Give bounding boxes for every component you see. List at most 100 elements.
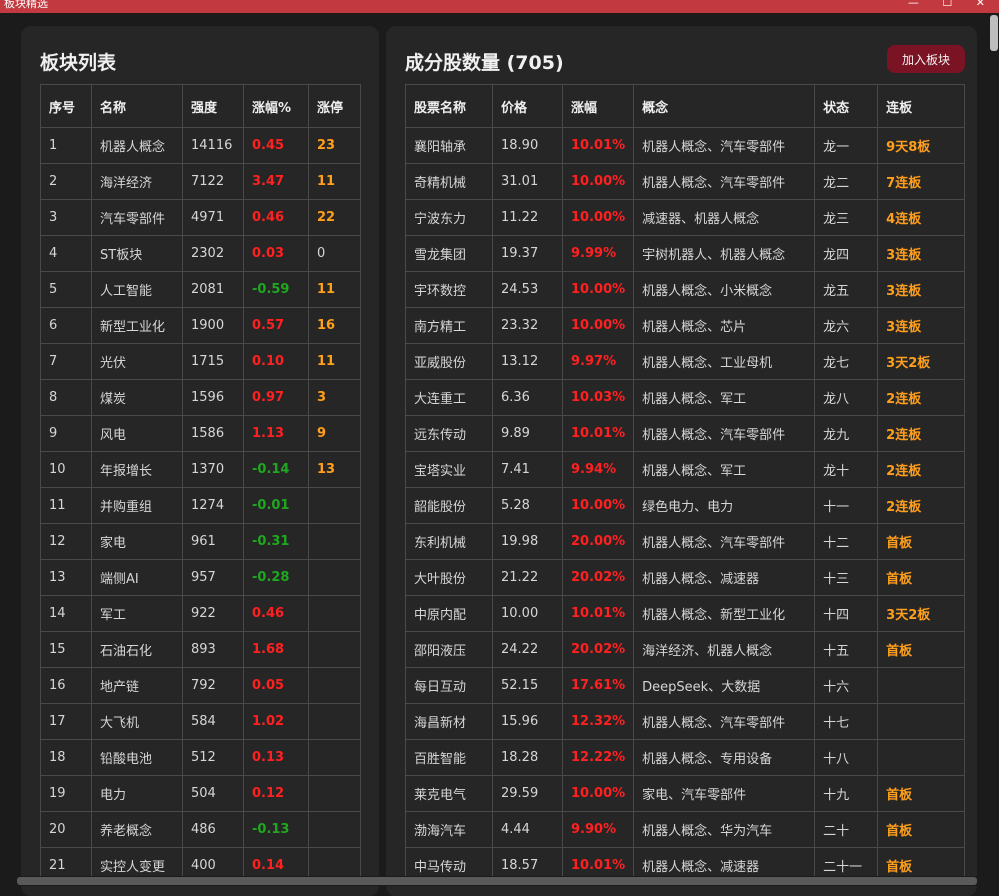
sector-row[interactable]: 11 并购重组 1274 -0.01 — [40, 487, 361, 524]
stock-name: 邵阳液压 — [405, 631, 493, 668]
sector-strength: 14116 — [182, 127, 244, 164]
sector-index: 20 — [40, 811, 92, 848]
sector-row[interactable]: 15 石油石化 893 1.68 — [40, 631, 361, 668]
vertical-scrollbar-thumb[interactable] — [990, 15, 998, 51]
sector-index: 12 — [40, 523, 92, 560]
sector-row[interactable]: 5 人工智能 2081 -0.59 11 — [40, 271, 361, 308]
sector-row[interactable]: 13 端侧AI 957 -0.28 — [40, 559, 361, 596]
stock-name: 渤海汽车 — [405, 811, 493, 848]
sector-row[interactable]: 17 大飞机 584 1.02 — [40, 703, 361, 740]
vertical-scrollbar[interactable] — [989, 13, 999, 886]
stock-row[interactable]: 莱克电气 29.59 10.00% 家电、汽车零部件 十九 首板 — [405, 775, 966, 812]
add-to-sector-button[interactable]: 加入板块 — [887, 45, 965, 73]
stock-row[interactable]: 中原内配 10.00 10.01% 机器人概念、新型工业化 十四 3天2板 — [405, 595, 966, 632]
sector-limit-up-count: 22 — [308, 199, 361, 236]
stock-price: 11.22 — [492, 199, 563, 236]
sector-row[interactable]: 2 海洋经济 7122 3.47 11 — [40, 163, 361, 200]
sector-index: 19 — [40, 775, 92, 812]
sector-row[interactable]: 18 铅酸电池 512 0.13 — [40, 739, 361, 776]
sector-strength: 893 — [182, 631, 244, 668]
sector-row[interactable]: 7 光伏 1715 0.10 11 — [40, 343, 361, 380]
sector-row[interactable]: 20 养老概念 486 -0.13 — [40, 811, 361, 848]
horizontal-scrollbar[interactable] — [0, 876, 989, 886]
sector-row[interactable]: 12 家电 961 -0.31 — [40, 523, 361, 560]
stock-concepts: 机器人概念、汽车零部件 — [633, 127, 816, 164]
sector-strength: 584 — [182, 703, 244, 740]
stock-row[interactable]: 奇精机械 31.01 10.00% 机器人概念、汽车零部件 龙二 7连板 — [405, 163, 966, 200]
horizontal-scrollbar-thumb[interactable] — [17, 877, 977, 885]
stock-rank: 二十 — [814, 811, 879, 848]
sector-strength: 1586 — [182, 415, 244, 452]
sector-strength: 486 — [182, 811, 244, 848]
stock-price: 18.90 — [492, 127, 563, 164]
stock-row[interactable]: 亚威股份 13.12 9.97% 机器人概念、工业母机 龙七 3天2板 — [405, 343, 966, 380]
sector-name: 年报增长 — [91, 451, 183, 488]
stock-row[interactable]: 雪龙集团 19.37 9.99% 宇树机器人、机器人概念 龙四 3连板 — [405, 235, 966, 272]
sector-row[interactable]: 14 军工 922 0.46 — [40, 595, 361, 632]
stock-change: 10.00% — [561, 775, 635, 812]
sector-name: 人工智能 — [91, 271, 183, 308]
stock-row[interactable]: 韶能股份 5.28 10.00% 绿色电力、电力 十一 2连板 — [405, 487, 966, 524]
sector-row[interactable]: 3 汽车零部件 4971 0.46 22 — [40, 199, 361, 236]
stock-name: 每日互动 — [405, 667, 493, 704]
stock-row[interactable]: 宁波东力 11.22 10.00% 减速器、机器人概念 龙三 4连板 — [405, 199, 966, 236]
stock-row[interactable]: 邵阳液压 24.22 20.02% 海洋经济、机器人概念 十五 首板 — [405, 631, 966, 668]
stock-streak — [877, 703, 966, 740]
stock-concepts: 机器人概念、军工 — [633, 451, 816, 488]
stock-col-header: 状态 — [814, 84, 879, 128]
stock-name: 大叶股份 — [405, 559, 493, 596]
sector-limit-up-count — [308, 487, 361, 524]
stock-row[interactable]: 宇环数控 24.53 10.00% 机器人概念、小米概念 龙五 3连板 — [405, 271, 966, 308]
stock-row[interactable]: 远东传动 9.89 10.01% 机器人概念、汽车零部件 龙九 2连板 — [405, 415, 966, 452]
stock-row[interactable]: 宝塔实业 7.41 9.94% 机器人概念、军工 龙十 2连板 — [405, 451, 966, 488]
stock-concepts: 机器人概念、专用设备 — [633, 739, 816, 776]
sector-table-header: 序号 名称 强度 涨幅% 涨停 — [40, 84, 361, 128]
stock-row[interactable]: 海昌新材 15.96 12.32% 机器人概念、汽车零部件 十七 — [405, 703, 966, 740]
sector-row[interactable]: 16 地产链 792 0.05 — [40, 667, 361, 704]
stock-row[interactable]: 百胜智能 18.28 12.22% 机器人概念、专用设备 十八 — [405, 739, 966, 776]
sector-change: 1.13 — [243, 415, 309, 452]
sector-index: 6 — [40, 307, 92, 344]
stock-streak: 3连板 — [877, 235, 966, 272]
stock-change: 10.01% — [561, 415, 635, 452]
stock-row[interactable]: 大连重工 6.36 10.03% 机器人概念、军工 龙八 2连板 — [405, 379, 966, 416]
stock-change: 9.97% — [561, 343, 635, 380]
stock-streak — [877, 739, 966, 776]
stock-price: 19.98 — [492, 523, 563, 560]
stock-change: 9.99% — [561, 235, 635, 272]
stock-col-header: 股票名称 — [405, 84, 493, 128]
sector-row[interactable]: 19 电力 504 0.12 — [40, 775, 361, 812]
sector-row[interactable]: 9 风电 1586 1.13 9 — [40, 415, 361, 452]
sector-row[interactable]: 6 新型工业化 1900 0.57 16 — [40, 307, 361, 344]
stock-streak: 首板 — [877, 523, 966, 560]
sector-limit-up-count: 11 — [308, 163, 361, 200]
sector-name: 石油石化 — [91, 631, 183, 668]
stock-row[interactable]: 每日互动 52.15 17.61% DeepSeek、大数据 十六 — [405, 667, 966, 704]
stock-concepts: 机器人概念、芯片 — [633, 307, 816, 344]
stock-change: 10.00% — [561, 271, 635, 308]
sector-index: 3 — [40, 199, 92, 236]
stock-change: 9.90% — [561, 811, 635, 848]
sector-strength: 2081 — [182, 271, 244, 308]
sector-change: -0.14 — [243, 451, 309, 488]
sector-row[interactable]: 10 年报增长 1370 -0.14 13 — [40, 451, 361, 488]
stock-row[interactable]: 大叶股份 21.22 20.02% 机器人概念、减速器 十三 首板 — [405, 559, 966, 596]
sector-change: 3.47 — [243, 163, 309, 200]
stock-price: 7.41 — [492, 451, 563, 488]
stock-name: 东利机械 — [405, 523, 493, 560]
sector-row[interactable]: 4 ST板块 2302 0.03 0 — [40, 235, 361, 272]
sector-row[interactable]: 1 机器人概念 14116 0.45 23 — [40, 127, 361, 164]
stock-concepts: 机器人概念、汽车零部件 — [633, 415, 816, 452]
window-controls[interactable]: — ☐ ✕ — [908, 0, 995, 8]
stock-streak: 3天2板 — [877, 343, 966, 380]
stock-price: 21.22 — [492, 559, 563, 596]
sector-row[interactable]: 8 煤炭 1596 0.97 3 — [40, 379, 361, 416]
stock-row[interactable]: 渤海汽车 4.44 9.90% 机器人概念、华为汽车 二十 首板 — [405, 811, 966, 848]
stock-col-header: 价格 — [492, 84, 563, 128]
stock-streak: 7连板 — [877, 163, 966, 200]
stock-row[interactable]: 东利机械 19.98 20.00% 机器人概念、汽车零部件 十二 首板 — [405, 523, 966, 560]
stock-row[interactable]: 襄阳轴承 18.90 10.01% 机器人概念、汽车零部件 龙一 9天8板 — [405, 127, 966, 164]
sector-name: 大飞机 — [91, 703, 183, 740]
stock-price: 10.00 — [492, 595, 563, 632]
stock-row[interactable]: 南方精工 23.32 10.00% 机器人概念、芯片 龙六 3连板 — [405, 307, 966, 344]
